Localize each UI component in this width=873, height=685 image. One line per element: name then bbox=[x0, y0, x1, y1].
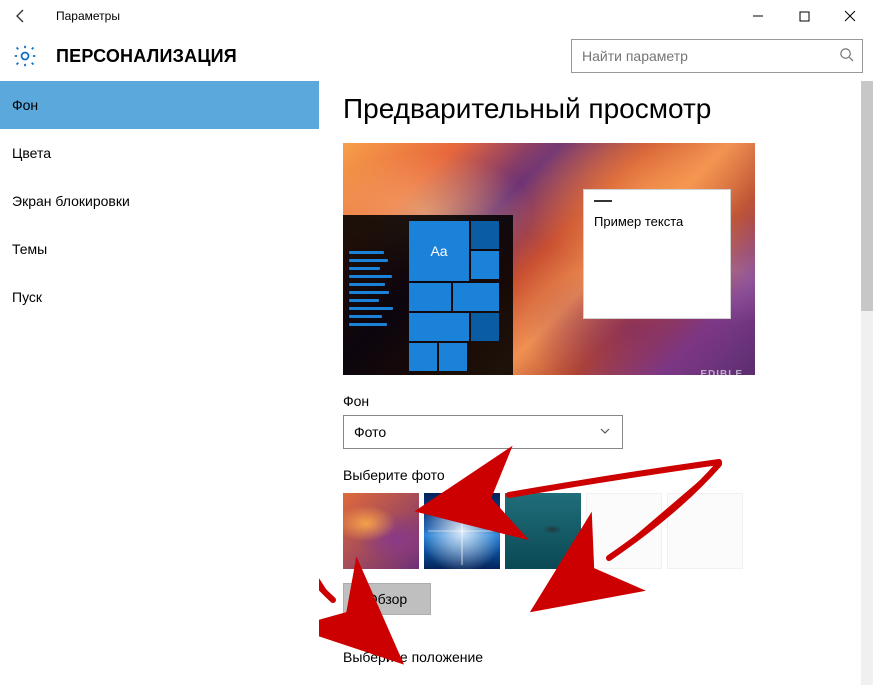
back-button[interactable] bbox=[0, 0, 42, 32]
sidebar-item-colors[interactable]: Цвета bbox=[0, 129, 319, 177]
sidebar-item-label: Экран блокировки bbox=[12, 193, 130, 209]
preview-startmenu: Aa bbox=[343, 215, 513, 375]
minimize-button[interactable] bbox=[735, 0, 781, 32]
sidebar-item-label: Цвета bbox=[12, 145, 51, 161]
browse-button-label: Обзор bbox=[367, 591, 407, 607]
sidebar-item-label: Фон bbox=[12, 97, 38, 113]
sidebar-item-themes[interactable]: Темы bbox=[0, 225, 319, 273]
photo-thumbnails bbox=[343, 493, 849, 569]
content-pane: Предварительный просмотр EDIBLE Aa bbox=[319, 81, 873, 685]
preview-startmenu-list bbox=[349, 221, 403, 369]
sidebar-item-label: Темы bbox=[12, 241, 47, 257]
sidebar-item-start[interactable]: Пуск bbox=[0, 273, 319, 321]
sample-text: Пример текста bbox=[594, 214, 720, 229]
sidebar-item-lockscreen[interactable]: Экран блокировки bbox=[0, 177, 319, 225]
fit-label: Выберите положение bbox=[343, 649, 849, 665]
gear-icon bbox=[8, 43, 42, 69]
search-icon bbox=[839, 47, 854, 65]
search-input-wrap[interactable] bbox=[571, 39, 863, 73]
photo-thumb-3[interactable] bbox=[505, 493, 581, 569]
preview-tiles: Aa bbox=[409, 221, 505, 369]
window-title: Параметры bbox=[42, 9, 735, 23]
sidebar-item-label: Пуск bbox=[12, 289, 42, 305]
chevron-down-icon bbox=[598, 424, 612, 441]
preview-thumbnail: EDIBLE Aa Пример текста bbox=[343, 143, 755, 375]
minimize-icon bbox=[752, 10, 764, 22]
close-icon bbox=[844, 10, 856, 22]
search-input[interactable] bbox=[580, 47, 833, 65]
preview-heading: Предварительный просмотр bbox=[343, 93, 849, 125]
maximize-icon bbox=[799, 11, 810, 22]
sidebar-item-background[interactable]: Фон bbox=[0, 81, 319, 129]
background-dropdown-value: Фото bbox=[354, 424, 386, 440]
choose-photo-label: Выберите фото bbox=[343, 467, 849, 483]
background-label: Фон bbox=[343, 393, 849, 409]
maximize-button[interactable] bbox=[781, 0, 827, 32]
browse-button[interactable]: Обзор bbox=[343, 583, 431, 615]
sidebar: Фон Цвета Экран блокировки Темы Пуск bbox=[0, 81, 319, 685]
photo-thumb-5[interactable] bbox=[667, 493, 743, 569]
photo-thumb-2[interactable] bbox=[424, 493, 500, 569]
preview-window: Пример текста bbox=[583, 189, 731, 319]
section-title: ПЕРСОНАЛИЗАЦИЯ bbox=[56, 46, 237, 67]
close-button[interactable] bbox=[827, 0, 873, 32]
photo-thumb-1[interactable] bbox=[343, 493, 419, 569]
wallpaper-word: EDIBLE bbox=[700, 369, 743, 375]
preview-tile-aa: Aa bbox=[409, 221, 469, 281]
scrollbar-track[interactable] bbox=[861, 81, 873, 685]
arrow-left-icon bbox=[12, 7, 30, 25]
photo-thumb-4[interactable] bbox=[586, 493, 662, 569]
background-dropdown[interactable]: Фото bbox=[343, 415, 623, 449]
scrollbar-thumb[interactable] bbox=[861, 81, 873, 311]
